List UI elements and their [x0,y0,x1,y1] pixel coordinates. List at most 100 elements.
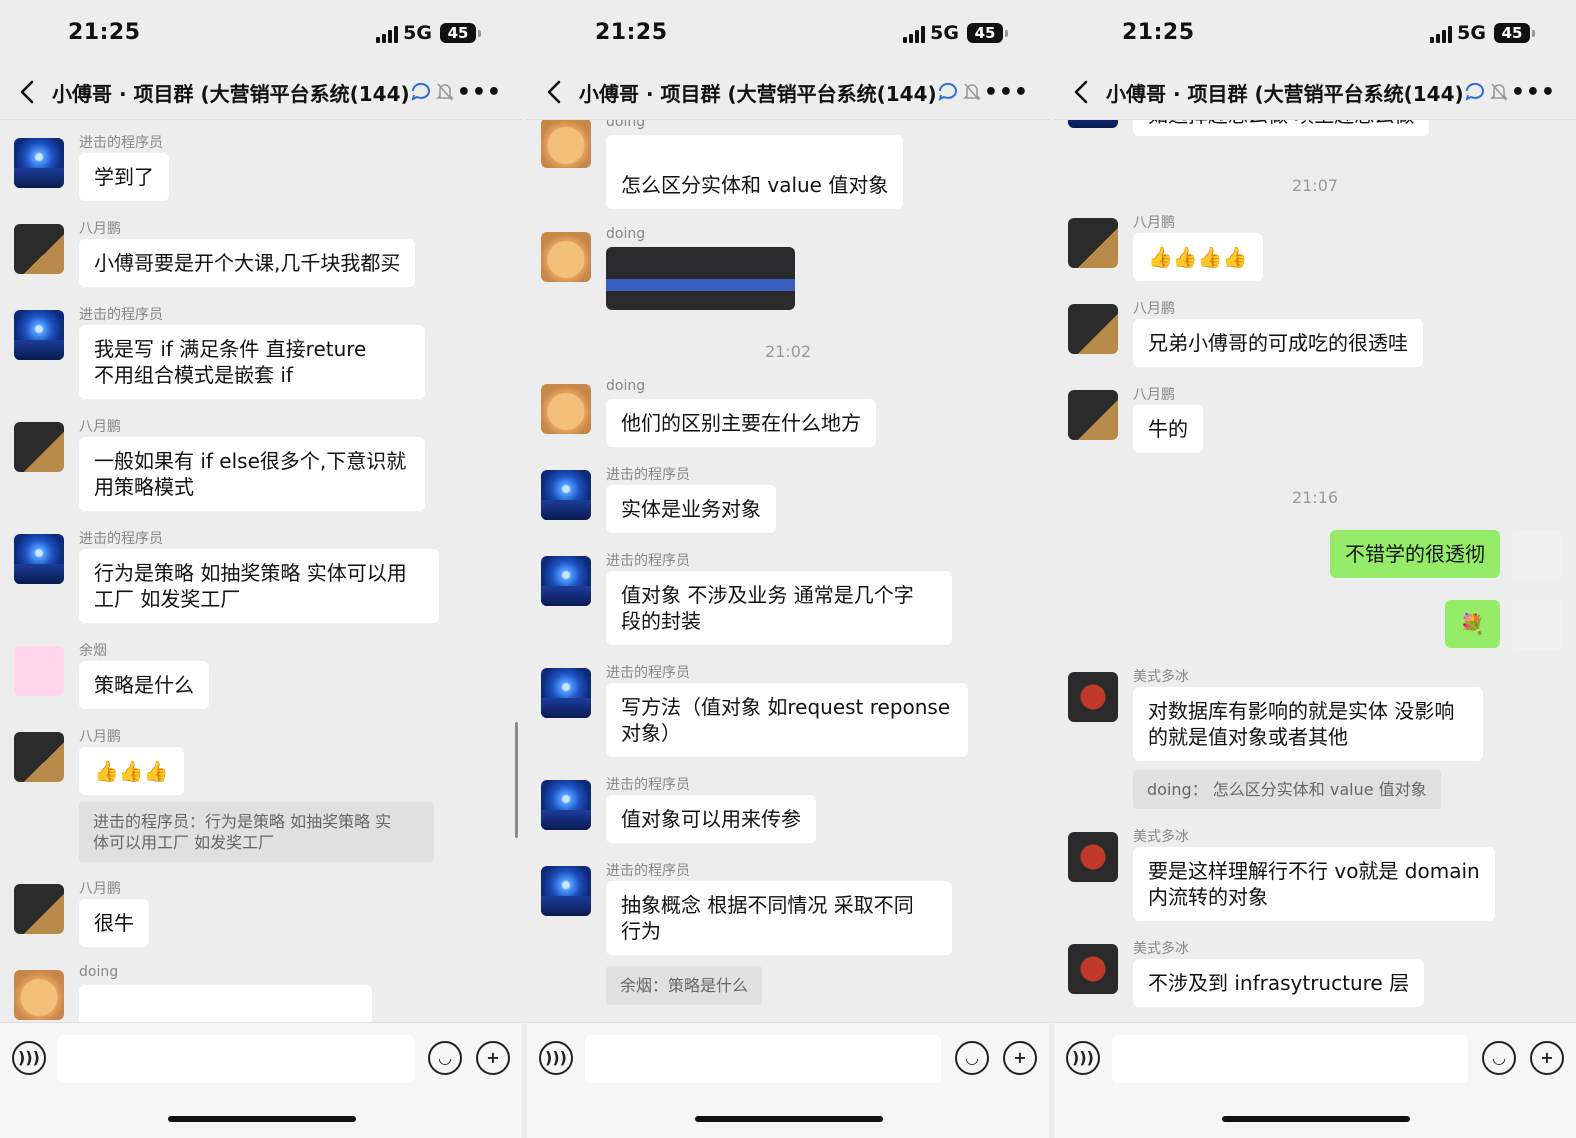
quoted-message[interactable]: 进击的程序员：行为是策略 如抽奖策略 实 体可以用工厂 如发奖工厂 [79,802,434,862]
chevron-left-icon[interactable] [16,78,40,106]
avatar[interactable] [1068,832,1118,882]
message-bubble[interactable]: 实体是业务对象 [606,485,776,533]
message-input[interactable] [1112,1035,1468,1083]
voice-icon[interactable]: ))) [1066,1041,1100,1075]
avatar[interactable] [14,646,64,696]
bell-slash-icon [1490,83,1508,101]
message-bubble[interactable]: 值对象 不涉及业务 通常是几个字 段的封装 [606,571,952,645]
message-bubble[interactable]: 很牛 [79,899,149,947]
avatar[interactable] [541,120,591,168]
message-bubble[interactable]: 他们的区别主要在什么地方 [606,399,876,447]
chat-bubble-icon [1465,82,1484,101]
avatar[interactable] [541,556,591,606]
avatar[interactable] [1068,944,1118,994]
plus-icon[interactable]: + [1530,1041,1564,1075]
voice-icon[interactable]: ))) [12,1041,46,1075]
signal-icon [1430,25,1452,43]
battery-icon: 45 [967,23,1008,43]
home-indicator[interactable] [168,1116,356,1122]
message-bubble[interactable]: 小傅哥要是开个大课,几千块我都买 [79,239,416,287]
chat-title: 小傅哥 · 项目群 (大营销平台系统(144) [1106,82,1464,106]
message-bubble[interactable]: 👍👍👍 [79,747,184,795]
avatar[interactable] [14,138,64,188]
sender-name: 八月鹏 [1133,301,1175,317]
message-bubble[interactable]: 值对象可以用来传参 [606,795,816,843]
avatar[interactable] [14,732,64,782]
image-message[interactable] [606,247,795,310]
quoted-message[interactable]: doing： 怎么区分实体和 value 值对象 [1133,770,1441,809]
avatar[interactable] [14,224,64,274]
screens-container: 21:25 5G 45 小傅哥 · 项目群 (大营销平台系统(144) ••• … [0,0,1576,1138]
chevron-left-icon[interactable] [1070,78,1094,106]
message-bubble[interactable]: 如选择趣念么做 填上趣念么做 [1133,120,1430,136]
more-dots-icon[interactable]: ••• [1511,80,1556,105]
status-bar: 21:25 5G 45 [0,0,522,64]
sender-name: 余烟 [79,643,107,659]
message-bubble[interactable]: 要是这样理解行不行 vo就是 domain 内流转的对象 [1133,847,1495,921]
emoji-icon[interactable]: ◡ [428,1041,462,1075]
avatar[interactable] [1512,600,1562,650]
message-bubble[interactable]: 策略是什么 [79,661,209,709]
sender-name: doing [606,120,646,130]
avatar[interactable] [541,866,591,916]
sender-name: 八月鹏 [79,881,121,897]
scrollbar[interactable] [515,722,518,838]
avatar[interactable] [541,780,591,830]
message-bubble[interactable]: 学到了 [79,153,169,201]
battery-icon: 45 [440,23,481,43]
avatar[interactable] [14,422,64,472]
message-input[interactable] [58,1035,414,1083]
avatar[interactable] [541,384,591,434]
message-bubble[interactable]: 抽象概念 根据不同情况 采取不同 行为 [606,881,952,955]
bell-slash-icon [963,83,981,101]
avatar[interactable] [1068,390,1118,440]
avatar[interactable] [14,310,64,360]
message-bubble-self[interactable]: 不错学的很透彻 [1330,530,1500,578]
avatar[interactable] [14,534,64,584]
chat-navbar: 小傅哥 · 项目群 (大营销平台系统(144) ••• [527,64,1049,120]
avatar[interactable] [1068,304,1118,354]
message-bubble[interactable]: 对数据库有影响的就是实体 没影响 的就是值对象或者其他 [1133,687,1483,761]
avatar[interactable] [1512,530,1562,580]
avatar[interactable] [1068,218,1118,268]
emoji-icon[interactable]: ◡ [1482,1041,1516,1075]
chat-title: 小傅哥 · 项目群 (大营销平台系统(144) [52,82,410,106]
message-bubble[interactable] [79,985,372,1022]
message-bubble[interactable]: 我是写 if 满足条件 直接reture 不用组合模式是嵌套 if [79,325,425,399]
message-bubble-self[interactable]: 💐 [1445,600,1500,648]
sender-name: 进击的程序员 [606,665,690,681]
home-indicator[interactable] [1222,1116,1410,1122]
plus-icon[interactable]: + [1003,1041,1037,1075]
sender-name: 进击的程序员 [606,863,690,879]
avatar[interactable] [1068,120,1118,128]
avatar[interactable] [14,884,64,934]
sender-name: doing [79,964,119,980]
message-bubble[interactable]: 兄弟小傅哥的可成吃的很透哇 [1133,319,1423,367]
message-bubble[interactable]: 写方法（值对象 如request reponse 对象） [606,683,968,757]
voice-icon[interactable]: ))) [539,1041,573,1075]
sender-name: 美式多冰 [1133,669,1189,685]
avatar[interactable] [541,232,591,282]
chevron-left-icon[interactable] [543,78,567,106]
avatar[interactable] [1068,672,1118,722]
more-dots-icon[interactable]: ••• [984,80,1029,105]
network-label: 5G [1457,22,1486,44]
message-bubble[interactable]: 牛的 [1133,405,1203,453]
avatar[interactable] [541,668,591,718]
avatar[interactable] [541,470,591,520]
sender-name: 进击的程序员 [79,531,163,547]
home-indicator[interactable] [695,1116,883,1122]
emoji-icon[interactable]: ◡ [955,1041,989,1075]
signal-icon [376,25,398,43]
avatar[interactable] [14,970,64,1020]
message-bubble[interactable]: 怎么区分实体和 value 值对象 [606,135,904,209]
sender-name: doing [606,226,646,242]
quoted-message[interactable]: 余烟：策略是什么 [606,966,763,1005]
plus-icon[interactable]: + [476,1041,510,1075]
message-bubble[interactable]: 一般如果有 if else很多个,下意识就 用策略模式 [79,437,425,511]
more-dots-icon[interactable]: ••• [457,80,502,105]
message-bubble[interactable]: 不涉及到 infrasytructure 层 [1133,959,1425,1007]
message-bubble[interactable]: 👍👍👍👍 [1133,233,1263,281]
message-bubble[interactable]: 行为是策略 如抽奖策略 实体可以用 工厂 如发奖工厂 [79,549,439,623]
message-input[interactable] [585,1035,941,1083]
